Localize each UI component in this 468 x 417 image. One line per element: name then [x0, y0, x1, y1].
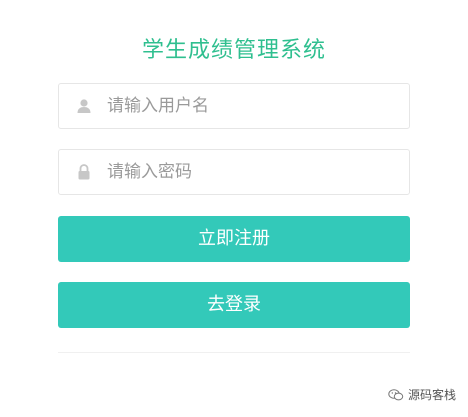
- register-button[interactable]: 立即注册: [58, 216, 410, 262]
- go-login-button[interactable]: 去登录: [58, 282, 410, 328]
- username-field[interactable]: [58, 83, 410, 129]
- lock-icon: [75, 163, 93, 181]
- watermark: 源码客栈: [388, 386, 456, 403]
- user-icon: [75, 97, 93, 115]
- username-input[interactable]: [107, 84, 397, 128]
- page-title: 学生成绩管理系统: [141, 38, 326, 63]
- wechat-icon: [388, 388, 404, 400]
- register-page: 学生成绩管理系统 立即注册 去登录 源码客栈: [0, 0, 468, 417]
- watermark-text: 源码客栈: [407, 388, 456, 402]
- divider: [58, 352, 410, 353]
- password-input[interactable]: [107, 150, 397, 194]
- password-field[interactable]: [58, 149, 410, 195]
